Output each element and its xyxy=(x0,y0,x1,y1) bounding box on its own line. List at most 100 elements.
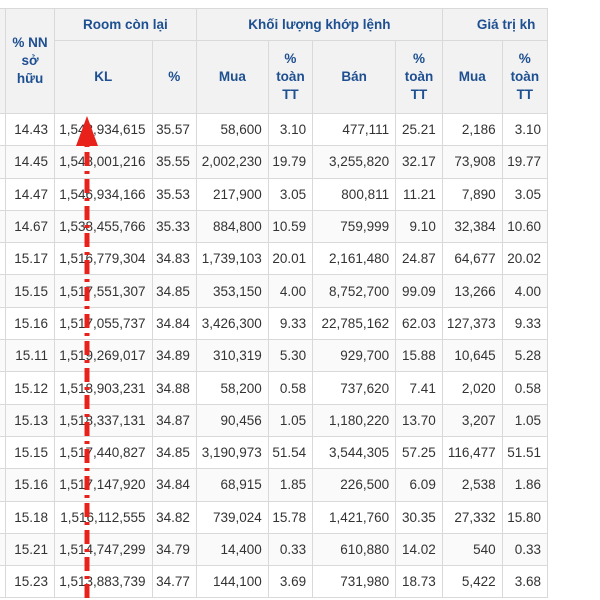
cell-buy-value-pct: 19.77 xyxy=(501,145,549,179)
cell-buy-value-pct: 0.58 xyxy=(501,371,549,405)
cell-buy-value-pct: 9.33 xyxy=(501,306,549,341)
cell-sell-volume-pct: 25.21 xyxy=(395,112,443,147)
cell-room-kl: 1,517,440,827 xyxy=(53,435,153,470)
cell-nn-ownership-pct: 15.23 xyxy=(5,565,55,599)
cell-buy-volume: 353,150 xyxy=(195,274,269,308)
header-group-match-value: Giá trị kh xyxy=(441,8,549,41)
cell-nn-ownership-pct: 14.45 xyxy=(5,145,55,179)
cell-room-pct: 34.85 xyxy=(151,274,197,308)
cell-buy-value: 7,890 xyxy=(441,177,503,211)
cell-buy-value-pct: 20.02 xyxy=(501,242,549,276)
cell-sell-volume: 2,161,480 xyxy=(312,242,397,276)
cell-room-pct: 35.57 xyxy=(151,112,197,147)
cell-nn-ownership-pct: 15.18 xyxy=(5,500,55,534)
cell-room-kl: 1,513,883,739 xyxy=(53,565,153,599)
cell-room-pct: 35.55 xyxy=(151,145,197,179)
cell-buy-value-pct: 3.05 xyxy=(501,177,549,211)
cell-nn-ownership-pct: 15.15 xyxy=(5,435,55,470)
table-row: 74415.161,517,147,92034.8468,9151.85226,… xyxy=(0,468,549,502)
cell-sell-volume: 1,180,220 xyxy=(312,403,397,437)
cell-buy-value-pct: 3.10 xyxy=(501,112,549,147)
cell-buy-value-pct: 3.68 xyxy=(501,565,549,599)
cell-buy-volume: 2,002,230 xyxy=(195,145,269,179)
cell-nn-ownership-pct: 14.47 xyxy=(5,177,55,211)
cell-room-pct: 34.88 xyxy=(151,371,197,405)
table-row: 74414.471,546,934,16635.53217,9003.05800… xyxy=(0,177,549,211)
table-row: 74415.181,516,112,55534.82739,02415.781,… xyxy=(0,500,549,534)
cell-sell-volume-pct: 30.35 xyxy=(395,500,443,534)
cell-buy-value-pct: 10.60 xyxy=(501,209,549,244)
cell-sell-volume: 737,620 xyxy=(312,371,397,405)
cell-buy-volume-pct: 5.30 xyxy=(267,339,314,373)
cell-sell-volume-pct: 24.87 xyxy=(395,242,443,276)
header-group-match-volume: Khối lượng khớp lệnh xyxy=(195,8,443,41)
cell-buy-value: 10,645 xyxy=(441,339,503,373)
cell-room-pct: 34.84 xyxy=(151,468,197,502)
cell-buy-volume-pct: 19.79 xyxy=(267,145,314,179)
cell-nn-ownership-pct: 15.12 xyxy=(5,371,55,405)
cell-sell-volume: 226,500 xyxy=(312,468,397,502)
table-row: 74415.131,518,337,13134.8790,4561.051,18… xyxy=(0,403,549,437)
cell-room-kl: 1,548,934,615 xyxy=(53,112,153,147)
cell-sell-volume: 610,880 xyxy=(312,532,397,567)
cell-sell-volume: 8,752,700 xyxy=(312,274,397,308)
cell-buy-value: 116,477 xyxy=(441,435,503,470)
cell-sell-volume-pct: 57.25 xyxy=(395,435,443,470)
cell-buy-volume: 739,024 xyxy=(195,500,269,534)
cell-room-kl: 1,517,147,920 xyxy=(53,468,153,502)
cell-buy-value: 2,020 xyxy=(441,371,503,405)
cell-buy-volume: 68,915 xyxy=(195,468,269,502)
cell-buy-value: 5,422 xyxy=(441,565,503,599)
cell-buy-value-pct: 4.00 xyxy=(501,274,549,308)
header-buy-volume-pct-label: % toàn TT xyxy=(276,51,305,102)
cell-buy-value: 73,908 xyxy=(441,145,503,179)
table-body: 74414.431,548,934,61535.5758,6003.10477,… xyxy=(0,112,549,599)
cell-room-pct: 35.53 xyxy=(151,177,197,211)
cell-nn-ownership-pct: 15.21 xyxy=(5,532,55,567)
cell-buy-volume: 90,456 xyxy=(195,403,269,437)
header-sell-volume-pct: % toàn TT xyxy=(395,40,443,114)
cell-buy-volume-pct: 51.54 xyxy=(267,435,314,470)
cell-nn-ownership-pct: 14.43 xyxy=(5,112,55,147)
cell-buy-value-pct: 15.80 xyxy=(501,500,549,534)
cell-buy-value: 2,186 xyxy=(441,112,503,147)
cell-room-kl: 1,518,337,131 xyxy=(53,403,153,437)
cell-buy-volume: 1,739,103 xyxy=(195,242,269,276)
cell-buy-value: 27,332 xyxy=(441,500,503,534)
cell-nn-ownership-pct: 15.13 xyxy=(5,403,55,437)
cell-buy-volume-pct: 3.69 xyxy=(267,565,314,599)
cell-sell-volume: 800,811 xyxy=(312,177,397,211)
cell-buy-value: 127,373 xyxy=(441,306,503,341)
cell-nn-ownership-pct: 15.15 xyxy=(5,274,55,308)
cell-buy-value: 540 xyxy=(441,532,503,567)
foreign-trading-table: N N % NN sở hữu Room còn lại Khối lượng … xyxy=(0,8,549,599)
cell-buy-volume: 3,426,300 xyxy=(195,306,269,341)
cell-buy-volume-pct: 20.01 xyxy=(267,242,314,276)
cell-room-pct: 34.82 xyxy=(151,500,197,534)
cell-room-pct: 34.87 xyxy=(151,403,197,437)
cell-sell-volume: 22,785,162 xyxy=(312,306,397,341)
header-room-pct: % xyxy=(151,40,197,114)
cell-buy-value-pct: 1.05 xyxy=(501,403,549,437)
header-room-kl: KL xyxy=(53,40,153,114)
table-row: 74414.451,548,001,21635.552,002,23019.79… xyxy=(0,145,549,179)
cell-room-kl: 1,516,112,555 xyxy=(53,500,153,534)
header-nn-ownership-label: % NN sở hữu xyxy=(12,35,48,86)
cell-buy-volume-pct: 15.78 xyxy=(267,500,314,534)
cell-buy-volume-pct: 0.33 xyxy=(267,532,314,567)
cell-sell-volume: 759,999 xyxy=(312,209,397,244)
cell-buy-volume: 14,400 xyxy=(195,532,269,567)
cell-buy-volume-pct: 3.05 xyxy=(267,177,314,211)
cell-buy-value-pct: 51.51 xyxy=(501,435,549,470)
cell-room-kl: 1,538,455,766 xyxy=(53,209,153,244)
cell-buy-volume: 58,200 xyxy=(195,371,269,405)
cell-buy-volume-pct: 1.85 xyxy=(267,468,314,502)
cell-buy-volume-pct: 9.33 xyxy=(267,306,314,341)
cell-sell-volume: 3,255,820 xyxy=(312,145,397,179)
cell-room-pct: 34.83 xyxy=(151,242,197,276)
cell-buy-value: 13,266 xyxy=(441,274,503,308)
header-buy-value-pct-label: % toàn TT xyxy=(510,51,540,102)
cell-buy-value-pct: 0.33 xyxy=(501,532,549,567)
cell-buy-volume: 58,600 xyxy=(195,112,269,147)
cell-sell-volume: 731,980 xyxy=(312,565,397,599)
